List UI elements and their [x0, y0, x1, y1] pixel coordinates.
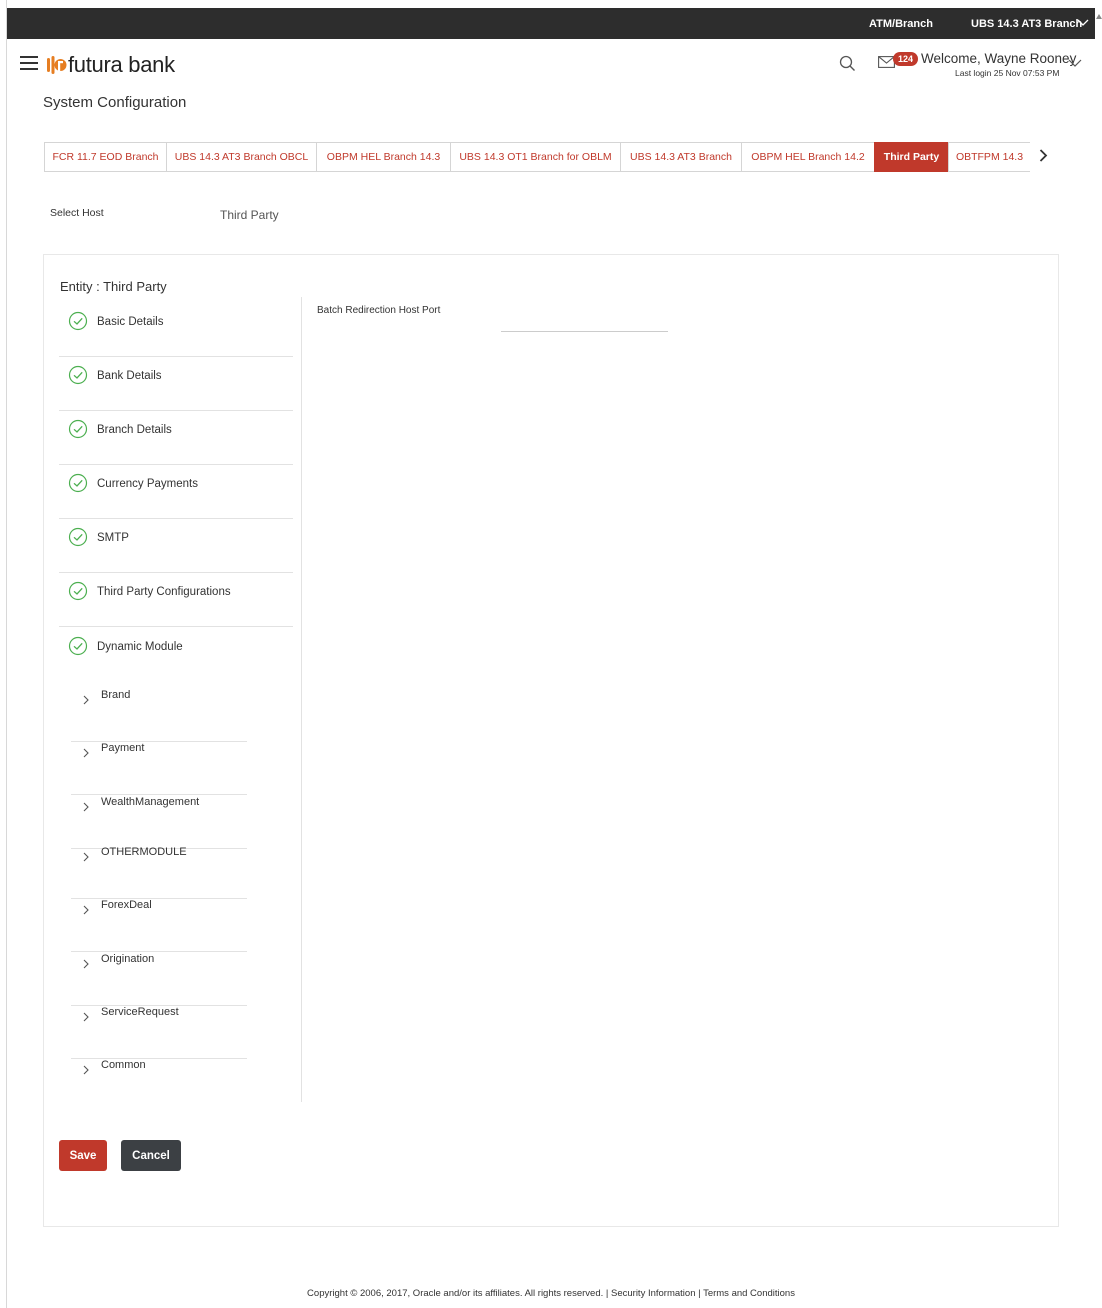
futura-logo-icon	[47, 56, 67, 74]
tab-label: OBTFPM 14.3	[955, 151, 1024, 163]
tab-label: UBS 14.3 AT3 Branch OBCL	[174, 151, 309, 163]
chevron-right-icon	[83, 695, 89, 705]
check-circle-icon	[68, 636, 88, 656]
module-origination[interactable]: Origination	[71, 953, 247, 1006]
tab-obpm-hel-14-2[interactable]: OBPM HEL Branch 14.2	[741, 142, 874, 172]
tab-third-party[interactable]: Third Party	[874, 142, 948, 172]
check-circle-icon	[68, 311, 88, 331]
step-label: Basic Details	[97, 316, 164, 328]
scroll-up-arrow[interactable]	[1096, 14, 1102, 19]
hamburger-menu-icon[interactable]	[20, 56, 38, 70]
module-label: ForexDeal	[101, 899, 152, 911]
step-label: Third Party Configurations	[97, 586, 231, 598]
module-brand[interactable]: Brand	[71, 689, 247, 742]
check-circle-icon	[68, 581, 88, 601]
step-branch-details[interactable]: Branch Details	[59, 411, 293, 465]
vertical-divider	[301, 297, 302, 1102]
module-service-request[interactable]: ServiceRequest	[71, 1006, 247, 1059]
chevron-right-icon	[83, 1012, 89, 1022]
step-dynamic-module[interactable]: Dynamic Module	[59, 628, 293, 682]
chevron-right-icon	[83, 905, 89, 915]
window-left-edge	[0, 0, 7, 1308]
module-wealth-management[interactable]: WealthManagement	[71, 796, 247, 849]
chevron-right-icon	[83, 852, 89, 862]
step-label: Currency Payments	[97, 478, 198, 490]
notification-badge[interactable]: 124	[893, 52, 919, 66]
batch-redirection-host-port-label: Batch Redirection Host Port	[317, 305, 441, 316]
step-label: SMTP	[97, 532, 129, 544]
module-label: Brand	[101, 689, 131, 701]
step-label: Dynamic Module	[97, 641, 183, 653]
security-information-link[interactable]: Security Information	[611, 1288, 695, 1299]
chevron-down-icon[interactable]	[1068, 59, 1082, 68]
atm-branch-link[interactable]: ATM/Branch	[869, 18, 933, 30]
chevron-right-icon	[83, 1065, 89, 1075]
module-payment[interactable]: Payment	[71, 742, 247, 795]
step-label: Branch Details	[97, 424, 172, 436]
step-smtp[interactable]: SMTP	[59, 519, 293, 573]
step-basic-details[interactable]: Basic Details	[59, 303, 293, 357]
tab-label: OBPM HEL Branch 14.2	[751, 151, 865, 163]
step-label: Bank Details	[97, 370, 162, 382]
chevron-down-icon[interactable]	[1077, 19, 1089, 27]
module-label: Origination	[101, 953, 155, 965]
step-bank-details[interactable]: Bank Details	[59, 357, 293, 411]
chevron-right-icon	[83, 748, 89, 758]
module-label: Payment	[101, 742, 145, 754]
tab-label: OBPM HEL Branch 14.3	[326, 151, 441, 163]
step-currency-payments[interactable]: Currency Payments	[59, 465, 293, 519]
entity-panel: Entity : Third Party Basic Details Bank …	[43, 254, 1059, 1227]
chevron-right-icon[interactable]	[1039, 149, 1048, 162]
tab-ubs-at3-branch[interactable]: UBS 14.3 AT3 Branch	[620, 142, 741, 172]
select-host-label: Select Host	[50, 207, 104, 219]
check-circle-icon	[68, 473, 88, 493]
tab-label: UBS 14.3 OT1 Branch for OBLM	[459, 151, 612, 163]
tab-label: UBS 14.3 AT3 Branch	[630, 151, 732, 163]
entity-title: Entity : Third Party	[60, 279, 167, 294]
module-othermodule[interactable]: OTHERMODULE	[71, 846, 247, 899]
last-login-text: Last login 25 Nov 07:53 PM	[955, 68, 1060, 78]
select-host-value: Third Party	[220, 208, 279, 222]
module-label: WealthManagement	[101, 796, 200, 808]
brand-name: futura bank	[68, 52, 175, 77]
footer-separator: |	[695, 1288, 704, 1299]
save-button[interactable]: Save	[59, 1140, 107, 1171]
tab-label: Third Party	[883, 151, 940, 163]
tab-ubs-at3-obcl[interactable]: UBS 14.3 AT3 Branch OBCL	[166, 142, 316, 172]
welcome-text[interactable]: Welcome, Wayne Rooney	[921, 51, 1076, 66]
module-label: ServiceRequest	[101, 1006, 179, 1018]
check-circle-icon	[68, 527, 88, 547]
check-circle-icon	[68, 365, 88, 385]
tab-obtfpm-14-3[interactable]: OBTFPM 14.3	[948, 142, 1030, 172]
tab-ubs-ot1-oblm[interactable]: UBS 14.3 OT1 Branch for OBLM	[450, 142, 620, 172]
module-common[interactable]: Common	[71, 1059, 247, 1112]
module-forexdeal[interactable]: ForexDeal	[71, 899, 247, 952]
check-circle-icon	[68, 419, 88, 439]
page-title: System Configuration	[43, 94, 187, 111]
module-label: OTHERMODULE	[101, 846, 187, 858]
terms-and-conditions-link[interactable]: Terms and Conditions	[703, 1288, 795, 1299]
chevron-right-icon	[83, 802, 89, 812]
app-header: futura bank 124 Welcome, Wayne Rooney La…	[7, 39, 1095, 89]
entity-selector[interactable]: UBS 14.3 AT3 Branch	[971, 18, 1082, 30]
host-tabs: FCR 11.7 EOD Branch UBS 14.3 AT3 Branch …	[44, 142, 1030, 172]
copyright-text: Copyright © 2006, 2017, Oracle and/or it…	[307, 1288, 611, 1299]
footer: Copyright © 2006, 2017, Oracle and/or it…	[0, 1288, 1102, 1299]
cancel-button[interactable]: Cancel	[121, 1140, 181, 1171]
module-label: Common	[101, 1059, 146, 1071]
tab-fcr-eod-branch[interactable]: FCR 11.7 EOD Branch	[44, 142, 166, 172]
batch-redirection-host-port-input[interactable]	[501, 318, 668, 332]
search-icon[interactable]	[839, 55, 856, 72]
tab-obpm-hel-14-3[interactable]: OBPM HEL Branch 14.3	[316, 142, 450, 172]
step-third-party-configurations[interactable]: Third Party Configurations	[59, 573, 293, 627]
tab-label: FCR 11.7 EOD Branch	[52, 151, 159, 163]
chevron-right-icon	[83, 959, 89, 969]
top-bar: ATM/Branch UBS 14.3 AT3 Branch	[7, 8, 1095, 39]
